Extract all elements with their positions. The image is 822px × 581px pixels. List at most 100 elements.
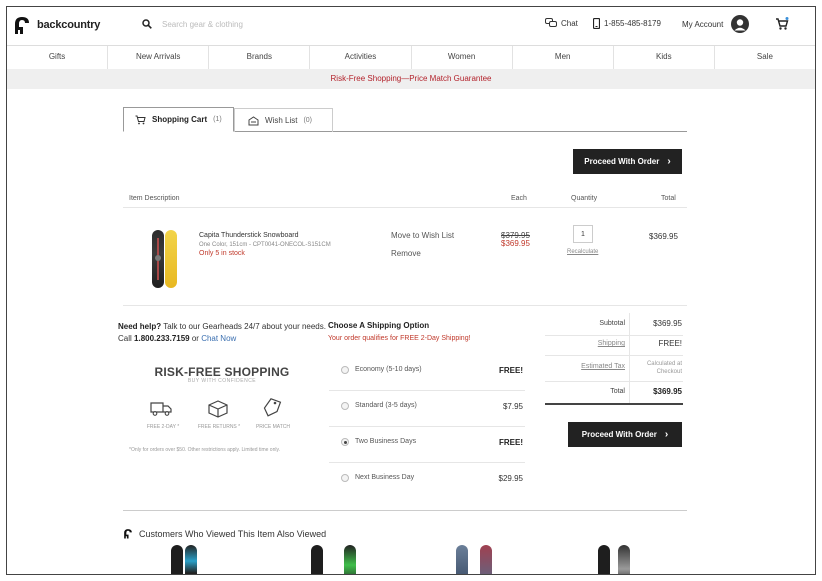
summary-divider bbox=[629, 313, 630, 405]
nav-item-brands[interactable]: Brands bbox=[209, 46, 311, 69]
shipping-radio[interactable] bbox=[341, 474, 349, 482]
phone-number: 1-855-485-8179 bbox=[604, 19, 661, 28]
shipping-option-two-day[interactable]: Two Business Days FREE! bbox=[329, 427, 525, 463]
chevron-right-icon: › bbox=[664, 429, 669, 440]
shipping-option-next-day[interactable]: Next Business Day $29.95 bbox=[329, 463, 525, 499]
help-or: or bbox=[189, 334, 202, 343]
search-icon[interactable] bbox=[142, 19, 152, 29]
stock-status: Only 5 in stock bbox=[199, 250, 245, 257]
recommended-board-image bbox=[171, 545, 183, 574]
recalculate-link[interactable]: Recalculate bbox=[567, 249, 598, 255]
nav-item-gifts[interactable]: Gifts bbox=[7, 46, 109, 69]
shipping-option-standard[interactable]: Standard (3-5 days) $7.95 bbox=[329, 391, 525, 427]
summary-row-divider bbox=[545, 335, 683, 336]
remove-link[interactable]: Remove bbox=[391, 249, 421, 258]
nav-item-women[interactable]: Women bbox=[412, 46, 513, 69]
cart-icon bbox=[135, 115, 146, 124]
shipping-radio[interactable] bbox=[341, 402, 349, 410]
returns-box-icon bbox=[208, 400, 228, 418]
col-header-item: Item Description bbox=[129, 195, 180, 202]
subtotal-label: Subtotal bbox=[599, 320, 625, 327]
summary-row-divider bbox=[545, 355, 683, 356]
total-rule bbox=[545, 403, 683, 405]
tab-count: (1) bbox=[213, 116, 222, 123]
estimated-tax-link[interactable]: Estimated Tax bbox=[545, 363, 625, 370]
also-viewed-title: Customers Who Viewed This Item Also View… bbox=[139, 528, 327, 539]
shipping-option-label: Standard (3-5 days) bbox=[355, 402, 417, 409]
nav-item-men[interactable]: Men bbox=[513, 46, 614, 69]
my-account-label: My Account bbox=[682, 19, 724, 29]
chat-link[interactable]: Chat bbox=[545, 18, 578, 28]
free-returns-label: FREE RETURNS * bbox=[197, 424, 241, 430]
chat-now-link[interactable]: Chat Now bbox=[201, 334, 236, 343]
help-text: Need help? Talk to our Gearheads 24/7 ab… bbox=[118, 321, 326, 345]
shipping-radio[interactable] bbox=[341, 366, 349, 374]
free-2day-label: FREE 2-DAY * bbox=[146, 424, 180, 430]
chevron-right-icon: › bbox=[667, 156, 671, 167]
tab-wish-list[interactable]: Wish List (0) bbox=[234, 108, 333, 132]
product-image[interactable] bbox=[152, 230, 164, 288]
price-match-label: PRICE MATCH bbox=[255, 424, 291, 430]
col-header-quantity: Quantity bbox=[571, 195, 598, 202]
shipping-option-price: $7.95 bbox=[502, 402, 523, 411]
search-input[interactable] bbox=[162, 19, 362, 29]
sale-price: $369.95 bbox=[501, 239, 530, 248]
nav-item-sale[interactable]: Sale bbox=[715, 46, 815, 69]
table-divider bbox=[123, 305, 687, 306]
nav-item-kids[interactable]: Kids bbox=[614, 46, 715, 69]
summary-row-divider bbox=[545, 381, 683, 382]
shipping-option-price: FREE! bbox=[499, 366, 523, 375]
tab-label: Shopping Cart bbox=[152, 115, 208, 124]
nav-item-activities[interactable]: Activities bbox=[310, 46, 412, 69]
table-divider bbox=[123, 207, 687, 208]
move-to-wishlist-link[interactable]: Move to Wish List bbox=[391, 231, 454, 240]
shipping-option-label: Next Business Day bbox=[355, 474, 415, 481]
avatar-icon bbox=[731, 15, 750, 33]
shipping-option-price: $29.95 bbox=[498, 474, 523, 483]
shipping-option-label: Two Business Days bbox=[355, 438, 417, 445]
cart-icon bbox=[776, 17, 789, 30]
proceed-button-bottom[interactable]: Proceed With Order › bbox=[568, 422, 682, 447]
tab-shopping-cart[interactable]: Shopping Cart (1) bbox=[123, 107, 234, 132]
risk-free-subtitle: BUY WITH CONFIDENCE bbox=[187, 378, 257, 384]
tab-label: Wish List bbox=[265, 116, 298, 125]
snowboard-graphic-icon bbox=[155, 238, 161, 280]
help-call: Call bbox=[118, 334, 135, 343]
tab-count: (0) bbox=[303, 117, 313, 124]
shipping-option-label: Economy (5-10 days) bbox=[355, 366, 422, 373]
quantity-input[interactable] bbox=[573, 225, 593, 243]
recommended-board-image bbox=[618, 545, 630, 574]
my-account-link[interactable]: My Account bbox=[682, 15, 750, 33]
product-name[interactable]: Capita Thunderstick Snowboard bbox=[199, 232, 298, 239]
shipping-info-link[interactable]: Shipping bbox=[545, 340, 625, 347]
shipping-option-economy[interactable]: Economy (5-10 days) FREE! bbox=[329, 355, 525, 391]
proceed-label: Proceed With Order bbox=[584, 157, 660, 166]
nav-item-new-arrivals[interactable]: New Arrivals bbox=[108, 46, 210, 69]
shipping-option-price: FREE! bbox=[499, 438, 523, 447]
shipping-radio-selected[interactable] bbox=[341, 438, 349, 446]
page-frame: backcountry Chat 1-855-485-8179 My bbox=[6, 6, 816, 575]
shipping-subtitle: Your order qualifies for FREE 2-Day Ship… bbox=[328, 335, 471, 342]
site-header: backcountry Chat 1-855-485-8179 My bbox=[7, 7, 815, 43]
promo-banner[interactable]: Risk-Free Shopping—Price Match Guarantee bbox=[7, 69, 815, 89]
help-body: Talk to our Gearheads 24/7 about your ne… bbox=[161, 322, 326, 331]
help-phone[interactable]: 1.800.233.7159 bbox=[134, 334, 190, 343]
shipping-title: Choose A Shipping Option bbox=[328, 321, 430, 330]
product-image-back[interactable]: CAPITA bbox=[165, 184, 177, 288]
total-label: Total bbox=[610, 388, 625, 395]
proceed-button-top[interactable]: Proceed With Order › bbox=[573, 149, 682, 174]
risk-free-note: *Only for orders over $50. Other restric… bbox=[129, 447, 280, 453]
recommended-board-image bbox=[311, 545, 323, 574]
line-total: $369.95 bbox=[649, 232, 678, 241]
col-header-each: Each bbox=[511, 195, 527, 202]
cart-button[interactable] bbox=[775, 17, 789, 31]
recommended-board-image bbox=[344, 545, 356, 574]
section-divider bbox=[123, 510, 687, 511]
phone-link[interactable]: 1-855-485-8179 bbox=[593, 18, 661, 29]
site-logo[interactable]: backcountry bbox=[13, 15, 100, 35]
recommended-board-image bbox=[185, 545, 197, 574]
tax-value: Calculated at Checkout bbox=[646, 361, 682, 375]
recommended-board-image bbox=[598, 545, 610, 574]
product-sku: One Color, 151cm - CPT0041-ONECOL-S151CM bbox=[199, 242, 331, 248]
cart-tabs: Shopping Cart (1) Wish List (0) bbox=[123, 107, 687, 132]
